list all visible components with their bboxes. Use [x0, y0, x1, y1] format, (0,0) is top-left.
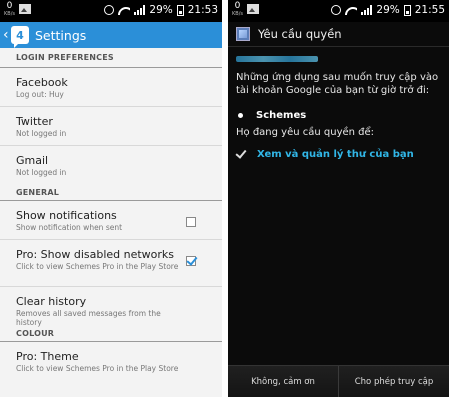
- pref-title: Clear history: [16, 295, 87, 308]
- pref-title: Twitter: [16, 115, 53, 128]
- category-login-preferences: LOGIN PREFERENCES: [0, 48, 222, 68]
- network-speed: 0 KB/s: [4, 1, 15, 18]
- battery-icon: [403, 4, 411, 16]
- action-bar: ‹ 4 Settings: [0, 22, 222, 48]
- clock: 21:53: [187, 4, 218, 16]
- requesting-app: Schemes: [236, 110, 306, 121]
- pref-summary: Not logged in: [16, 129, 67, 138]
- pref-twitter[interactable]: Twitter Not logged in: [0, 107, 222, 146]
- status-right: 29% 21:55: [331, 4, 445, 16]
- clock: 21:55: [414, 4, 445, 16]
- battery-percent: 29%: [376, 4, 400, 16]
- pref-title: Pro: Theme: [16, 350, 79, 363]
- status-bar: 0 KB/s 29% 21:53: [0, 0, 222, 22]
- battery-percent: 29%: [149, 4, 173, 16]
- request-label: Họ đang yêu cầu quyền để:: [236, 127, 375, 138]
- pref-gmail[interactable]: Gmail Not logged in: [0, 146, 222, 185]
- pref-clear-history[interactable]: Clear history Removes all saved messages…: [0, 287, 222, 327]
- app-window-icon: [236, 27, 250, 41]
- category-general: GENERAL: [0, 185, 222, 201]
- pref-show-notifications[interactable]: Show notifications Show notification whe…: [0, 201, 222, 240]
- dialog-message: Những ứng dụng sau muốn truy cập vào tài…: [236, 72, 439, 96]
- app-logo[interactable]: 4: [11, 26, 29, 48]
- pref-title: Facebook: [16, 76, 68, 89]
- network-speed-unit: KB/s: [232, 11, 243, 17]
- dialog-title: Yêu cầu quyền: [258, 27, 342, 41]
- status-left: 0 KB/s: [4, 2, 31, 17]
- allow-access-button[interactable]: Cho phép truy cập: [338, 366, 449, 397]
- back-chevron-icon[interactable]: ‹: [3, 27, 11, 43]
- network-speed-unit: KB/s: [4, 11, 15, 17]
- bullet-icon: [238, 113, 243, 118]
- pref-show-disabled-networks[interactable]: Pro: Show disabled networks Click to vie…: [0, 240, 222, 287]
- pref-summary: Removes all saved messages from the hist…: [16, 309, 161, 327]
- wifi-icon: [345, 5, 357, 15]
- checkmark-icon: [235, 147, 247, 159]
- status-bar: 0 KB/s 29% 21:55: [228, 0, 449, 22]
- network-speed-value: 0: [6, 1, 13, 11]
- app-logo-badge: 4: [16, 28, 24, 42]
- pref-theme[interactable]: Pro: Theme Click to view Schemes Pro in …: [0, 342, 222, 381]
- network-speed: 0 KB/s: [232, 1, 243, 18]
- pref-summary: Log out: Huy: [16, 90, 64, 99]
- disabled-networks-checkbox[interactable]: [186, 256, 196, 266]
- permission-item-label[interactable]: Xem và quản lý thư của bạn: [257, 149, 414, 160]
- settings-screen: 0 KB/s 29% 21:53 ‹ 4 Settings LOGIN PREF…: [0, 0, 222, 397]
- status-right: 29% 21:53: [104, 4, 218, 16]
- image-notification-icon: [19, 4, 31, 14]
- network-speed-value: 0: [234, 1, 241, 11]
- status-left: 0 KB/s: [232, 2, 259, 17]
- category-colour: COLOUR: [0, 326, 222, 342]
- pref-facebook[interactable]: Facebook Log out: Huy: [0, 68, 222, 107]
- requesting-app-name: Schemes: [256, 110, 307, 121]
- preferences-list: LOGIN PREFERENCES Facebook Log out: Huy …: [0, 48, 222, 381]
- signal-icon: [361, 5, 373, 15]
- pref-summary: Not logged in: [16, 168, 67, 177]
- signal-icon: [134, 5, 146, 15]
- alarm-icon: [331, 5, 342, 15]
- wifi-icon: [118, 5, 130, 15]
- notifications-checkbox[interactable]: [186, 217, 196, 227]
- deny-button[interactable]: Không, cảm ơn: [228, 366, 338, 397]
- alarm-icon: [104, 5, 115, 15]
- dialog-button-bar: Không, cảm ơn Cho phép truy cập: [228, 365, 449, 397]
- permission-screen: 0 KB/s 29% 21:55 Yêu cầu quyền Những ứng…: [228, 0, 449, 397]
- permission-item[interactable]: Xem và quản lý thư của bạn: [235, 147, 414, 160]
- battery-icon: [176, 4, 184, 16]
- dialog-header: Yêu cầu quyền: [228, 22, 449, 47]
- image-notification-icon: [247, 4, 259, 14]
- pref-summary: Click to view Schemes Pro in the Play St…: [16, 364, 179, 373]
- page-title: Settings: [35, 27, 87, 43]
- redacted-account-email: [236, 56, 318, 62]
- pref-title: Gmail: [16, 154, 49, 167]
